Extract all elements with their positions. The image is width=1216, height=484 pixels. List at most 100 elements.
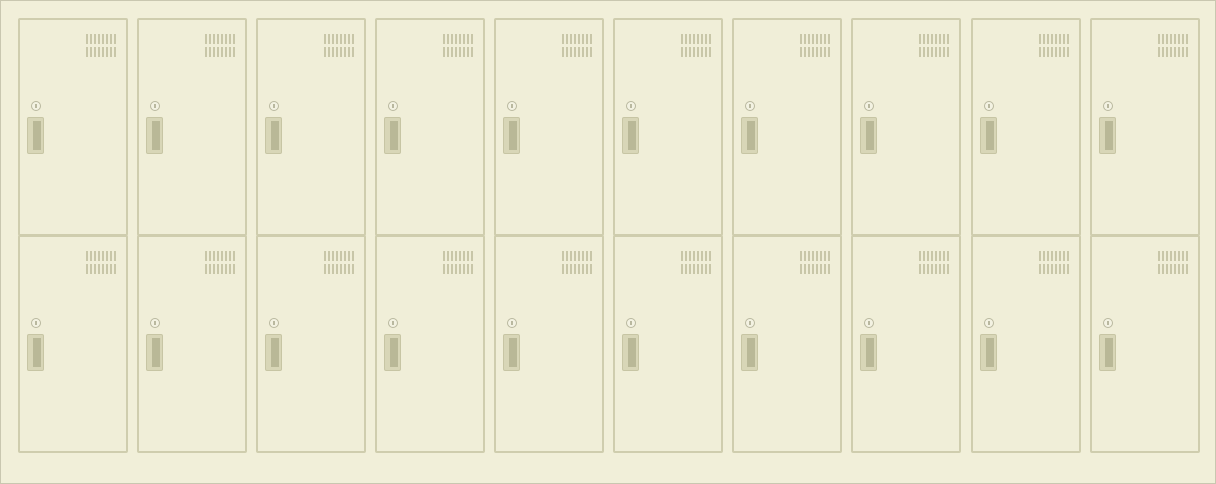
keyhole-lock-icon[interactable] bbox=[507, 101, 517, 111]
vent-slot bbox=[340, 251, 342, 261]
locker-door[interactable] bbox=[375, 18, 485, 236]
vent-slot bbox=[816, 264, 818, 274]
keyhole-lock-icon[interactable] bbox=[150, 318, 160, 328]
locker-door[interactable] bbox=[613, 235, 723, 453]
door-handle-icon[interactable] bbox=[27, 117, 44, 154]
keyhole-lock-icon[interactable] bbox=[626, 101, 636, 111]
keyhole-lock-icon[interactable] bbox=[507, 318, 517, 328]
door-handle-icon[interactable] bbox=[27, 334, 44, 371]
door-handle-icon[interactable] bbox=[860, 334, 877, 371]
door-handle-icon[interactable] bbox=[622, 117, 639, 154]
door-handle-icon[interactable] bbox=[1099, 334, 1116, 371]
keyhole-lock-icon[interactable] bbox=[745, 318, 755, 328]
door-handle-icon[interactable] bbox=[265, 117, 282, 154]
vent-slots-icon bbox=[86, 251, 116, 275]
locker-door[interactable] bbox=[971, 18, 1081, 236]
locker-door[interactable] bbox=[256, 18, 366, 236]
keyhole-lock-icon[interactable] bbox=[984, 101, 994, 111]
keyhole-lock-icon[interactable] bbox=[864, 318, 874, 328]
vent-slot bbox=[1182, 34, 1184, 44]
locker-door[interactable] bbox=[1090, 235, 1200, 453]
vent-slot bbox=[455, 34, 457, 44]
vent-slot bbox=[451, 34, 453, 44]
vent-slot bbox=[693, 251, 695, 261]
vent-slot bbox=[332, 47, 334, 57]
keyhole-lock-icon[interactable] bbox=[745, 101, 755, 111]
vent-slot bbox=[205, 34, 207, 44]
vent-slot bbox=[90, 251, 92, 261]
vent-slot bbox=[578, 264, 580, 274]
door-handle-icon[interactable] bbox=[146, 117, 163, 154]
door-handle-icon[interactable] bbox=[146, 334, 163, 371]
keyhole-lock-icon[interactable] bbox=[984, 318, 994, 328]
door-handle-icon[interactable] bbox=[741, 334, 758, 371]
vent-slot bbox=[804, 34, 806, 44]
door-handle-icon[interactable] bbox=[980, 117, 997, 154]
locker-door[interactable] bbox=[851, 18, 961, 236]
door-handle-icon[interactable] bbox=[622, 334, 639, 371]
door-handle-icon[interactable] bbox=[384, 334, 401, 371]
vent-slot bbox=[352, 264, 354, 274]
locker-door[interactable] bbox=[137, 18, 247, 236]
keyhole-lock-icon[interactable] bbox=[626, 318, 636, 328]
door-handle-icon[interactable] bbox=[980, 334, 997, 371]
vent-slot bbox=[681, 34, 683, 44]
vent-slot bbox=[919, 264, 921, 274]
door-handle-icon[interactable] bbox=[860, 117, 877, 154]
keyhole-lock-icon[interactable] bbox=[864, 101, 874, 111]
vent-slot bbox=[939, 47, 941, 57]
locker-door[interactable] bbox=[851, 235, 961, 453]
locker-door[interactable] bbox=[613, 18, 723, 236]
keyhole-lock-icon[interactable] bbox=[150, 101, 160, 111]
door-handle-icon[interactable] bbox=[384, 117, 401, 154]
locker-door[interactable] bbox=[375, 235, 485, 453]
keyhole-lock-icon[interactable] bbox=[31, 318, 41, 328]
locker-door[interactable] bbox=[494, 18, 604, 236]
vent-slot bbox=[1067, 34, 1069, 44]
vent-slot bbox=[443, 34, 445, 44]
vent-slots-icon bbox=[324, 251, 354, 275]
locker-door[interactable] bbox=[971, 235, 1081, 453]
door-handle-icon[interactable] bbox=[503, 334, 520, 371]
keyhole-lock-icon[interactable] bbox=[388, 101, 398, 111]
vent-slot bbox=[110, 47, 112, 57]
vent-slot bbox=[705, 264, 707, 274]
vent-slot bbox=[86, 34, 88, 44]
locker-door[interactable] bbox=[18, 18, 128, 236]
vent-slot bbox=[1043, 251, 1045, 261]
locker-door[interactable] bbox=[137, 235, 247, 453]
vent-slot bbox=[586, 34, 588, 44]
vent-slots-icon bbox=[324, 34, 354, 58]
keyhole-lock-icon[interactable] bbox=[269, 318, 279, 328]
vent-slot bbox=[1166, 47, 1168, 57]
vent-slot bbox=[1174, 34, 1176, 44]
keyhole-lock-icon[interactable] bbox=[1103, 101, 1113, 111]
keyhole-lock-icon[interactable] bbox=[1103, 318, 1113, 328]
locker-door[interactable] bbox=[732, 18, 842, 236]
vent-slot bbox=[90, 264, 92, 274]
keyhole-lock-icon[interactable] bbox=[31, 101, 41, 111]
keyhole-lock-icon[interactable] bbox=[269, 101, 279, 111]
vent-slots-icon bbox=[86, 34, 116, 58]
door-handle-icon[interactable] bbox=[503, 117, 520, 154]
vent-slot bbox=[1055, 47, 1057, 57]
locker-door[interactable] bbox=[256, 235, 366, 453]
vent-slot bbox=[701, 251, 703, 261]
locker-door[interactable] bbox=[732, 235, 842, 453]
locker-door[interactable] bbox=[1090, 18, 1200, 236]
door-handle-icon[interactable] bbox=[265, 334, 282, 371]
locker-door[interactable] bbox=[494, 235, 604, 453]
vent-slot bbox=[102, 34, 104, 44]
vent-slot bbox=[98, 47, 100, 57]
vent-slot bbox=[110, 264, 112, 274]
door-handle-icon[interactable] bbox=[1099, 117, 1116, 154]
door-handle-icon[interactable] bbox=[741, 117, 758, 154]
keyhole-lock-icon[interactable] bbox=[388, 318, 398, 328]
vent-slot bbox=[225, 34, 227, 44]
vent-slot bbox=[459, 47, 461, 57]
vent-slot bbox=[447, 47, 449, 57]
locker-door[interactable] bbox=[18, 235, 128, 453]
vent-slot bbox=[935, 34, 937, 44]
vent-slot bbox=[582, 251, 584, 261]
vent-slot bbox=[590, 34, 592, 44]
